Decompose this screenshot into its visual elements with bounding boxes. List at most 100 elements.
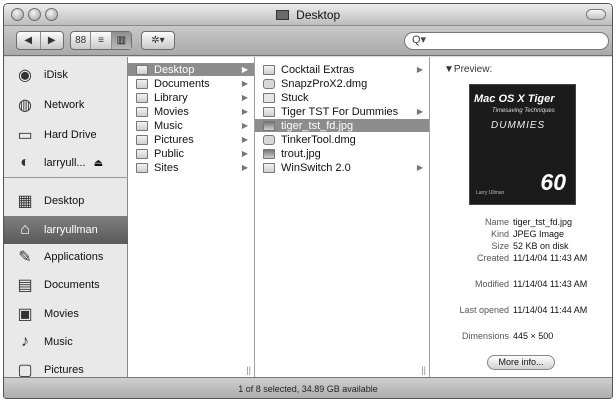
list-item[interactable]: WinSwitch 2.0 ▶: [255, 161, 429, 174]
back-button[interactable]: ◀: [17, 32, 41, 49]
list-item[interactable]: Documents ▶: [128, 77, 254, 90]
applications-icon: ✎: [18, 249, 32, 266]
sidebar-item-network[interactable]: ◍ Network: [4, 91, 128, 119]
folder-icon: [136, 64, 148, 75]
disclosure-arrow-icon: ▶: [416, 163, 423, 172]
list-item[interactable]: SnapzProX2.dmg: [255, 77, 429, 90]
list-item-label: WinSwitch 2.0: [281, 161, 351, 174]
column-resize-handle[interactable]: ||: [246, 365, 251, 375]
folder-icon: [263, 106, 275, 117]
list-item-label: Public: [154, 147, 184, 160]
list-view-button[interactable]: ≡: [91, 32, 112, 49]
action-menu-control: ✲▾: [141, 31, 175, 50]
list-item[interactable]: Movies ▶: [128, 105, 254, 118]
more-info-button[interactable]: More info...: [487, 355, 555, 370]
movies-icon: ▣: [17, 306, 33, 323]
list-item-label: Pictures: [154, 133, 194, 146]
disclosure-arrow-icon: ▶: [241, 163, 248, 172]
sidebar-item-label: Network: [44, 99, 85, 111]
sidebar-item-label: iDisk: [44, 69, 68, 81]
status-bar: 1 of 8 selected, 34.89 GB available: [4, 377, 612, 398]
search-icon: Q▾: [412, 34, 427, 46]
list-item[interactable]: Desktop ▶: [128, 63, 254, 76]
disk-image-icon: [263, 78, 275, 89]
sidebar-item-hard-drive[interactable]: ▭ Hard Drive: [4, 121, 128, 149]
folder-icon: [136, 120, 148, 131]
meta-row-created: Created 11/14/04 11:43 AM: [430, 253, 612, 263]
meta-key: Created: [476, 253, 509, 263]
icon-view-button[interactable]: 88: [71, 32, 92, 49]
eject-icon[interactable]: ⏏: [94, 158, 103, 169]
list-item-label: Desktop: [154, 63, 195, 76]
search-field[interactable]: Q▾: [404, 32, 609, 50]
folder-icon: [263, 64, 275, 75]
list-item[interactable]: Cocktail Extras ▶: [255, 63, 429, 76]
sidebar-item-applications[interactable]: ✎ Applications: [4, 243, 128, 271]
image-file-icon: [263, 148, 275, 159]
sidebar-divider: [4, 177, 128, 178]
meta-value: tiger_tst_fd.jpg: [513, 217, 573, 227]
sidebar-item-label: Pictures: [44, 364, 84, 376]
folder-icon: [275, 10, 289, 20]
list-item[interactable]: Public ▶: [128, 147, 254, 160]
list-item[interactable]: TinkerTool.dmg: [255, 133, 429, 146]
sidebar-item-label: Documents: [44, 279, 100, 291]
disclosure-arrow-icon: ▶: [241, 65, 248, 74]
sidebar-item-documents[interactable]: ▤ Documents: [4, 271, 128, 299]
sidebar-item-home[interactable]: ⌂ larryullman: [4, 216, 128, 244]
list-item-label: tiger_tst_fd.jpg: [281, 119, 354, 132]
cover-brand: DUMMIES: [491, 120, 546, 131]
file-icon: [263, 92, 275, 103]
preview-image: Mac OS X Tiger Timesaving Techniques DUM…: [469, 84, 576, 205]
list-item[interactable]: Tiger TST For Dummies ▶: [255, 105, 429, 118]
column-resize-handle[interactable]: ||: [421, 365, 426, 375]
disclosure-arrow-icon: ▶: [241, 149, 248, 158]
sidebar-item-music[interactable]: ♪ Music: [4, 328, 128, 356]
list-item-label: Sites: [154, 161, 179, 174]
list-item-label: Stuck: [281, 91, 309, 104]
meta-key: Name: [484, 217, 509, 227]
user-disk-icon: ◐: [20, 154, 30, 171]
list-item[interactable]: trout.jpg: [255, 147, 429, 160]
column-2: Cocktail Extras ▶ SnapzProX2.dmg Stuck T…: [255, 57, 430, 377]
title-bar: Desktop: [4, 4, 612, 26]
list-item[interactable]: Library ▶: [128, 91, 254, 104]
sidebar-item-user-disk[interactable]: ◐ larryull... ⏏: [4, 149, 128, 177]
back-forward-control: ◀ ▶: [16, 31, 64, 50]
desktop-icon: ▦: [17, 193, 33, 210]
sidebar-item-movies[interactable]: ▣ Movies: [4, 300, 128, 328]
meta-value: 52 KB on disk: [513, 241, 569, 251]
forward-button[interactable]: ▶: [41, 32, 64, 49]
window-title: Desktop: [296, 8, 341, 22]
disclosure-arrow-icon: ▶: [241, 93, 248, 102]
list-item[interactable]: tiger_tst_fd.jpg: [255, 119, 429, 132]
disclosure-arrow-icon: ▶: [241, 79, 248, 88]
disclosure-arrow-icon: ▶: [416, 107, 423, 116]
sidebar-item-label: Applications: [44, 251, 104, 263]
preview-column: ▼Preview: Mac OS X Tiger Timesaving Tech…: [430, 57, 612, 377]
list-item[interactable]: Music ▶: [128, 119, 254, 132]
sidebar-item-label: larryullman: [44, 224, 98, 236]
sidebar-item-desktop[interactable]: ▦ Desktop: [4, 187, 128, 215]
folder-icon: [136, 92, 148, 103]
meta-key: Modified: [474, 279, 509, 289]
cover-subtitle: Timesaving Techniques: [492, 108, 555, 114]
action-menu-button[interactable]: ✲▾: [142, 32, 174, 49]
disclosure-arrow-icon: ▶: [416, 65, 423, 74]
disk-image-icon: [263, 134, 275, 145]
column-view-button[interactable]: ▥: [111, 32, 131, 49]
folder-icon: [136, 134, 148, 145]
sidebar-item-idisk[interactable]: ◉ iDisk: [4, 61, 128, 89]
meta-key: Size: [491, 241, 509, 251]
list-item[interactable]: Sites ▶: [128, 161, 254, 174]
meta-key: Dimensions: [461, 331, 509, 341]
list-item[interactable]: Stuck: [255, 91, 429, 104]
toolbar-toggle-button[interactable]: [586, 9, 606, 20]
preview-heading[interactable]: ▼Preview:: [444, 64, 492, 75]
column-1: Desktop ▶ Documents ▶ Library ▶ Movies ▶…: [128, 57, 255, 377]
list-item-label: Music: [154, 119, 183, 132]
cover-title: Mac OS X Tiger: [474, 93, 555, 105]
meta-row-kind: Kind JPEG Image: [430, 229, 612, 239]
list-item[interactable]: Pictures ▶: [128, 133, 254, 146]
meta-row-dimensions: Dimensions 445 × 500: [430, 331, 612, 341]
